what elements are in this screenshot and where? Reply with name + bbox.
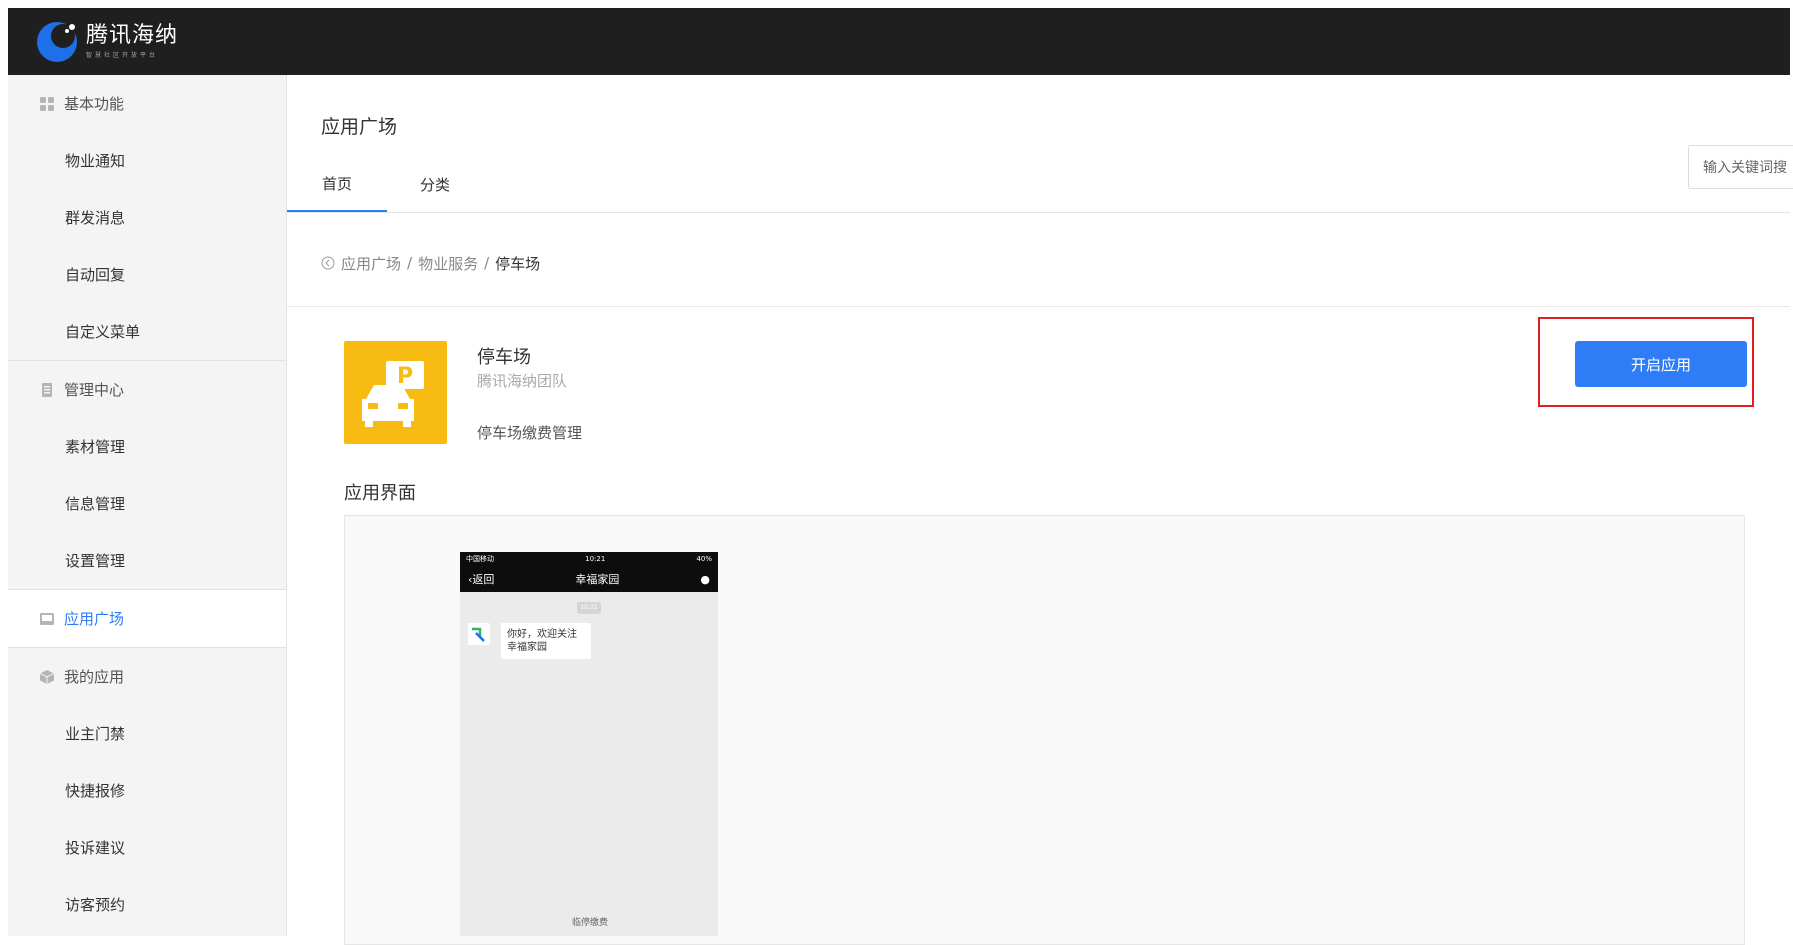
phone-status-bar: 中国移动 10:21 40% <box>460 552 718 566</box>
divider <box>287 306 1790 307</box>
tab-bar: 首页 分类 <box>287 156 1790 213</box>
breadcrumb-current: 停车场 <box>495 254 541 273</box>
breadcrumb-separator: / <box>407 254 413 272</box>
app-description: 停车场缴费管理 <box>477 424 583 442</box>
cube-icon <box>40 669 54 684</box>
tab-home[interactable]: 首页 <box>287 156 387 212</box>
document-icon <box>42 382 52 397</box>
app-developer: 腾讯海纳团队 <box>477 372 568 390</box>
sidebar-group-label: 管理中心 <box>64 381 125 399</box>
phone-message-bubble: 你好，欢迎关注幸福家园 <box>501 623 591 659</box>
breadcrumb-link-property-service[interactable]: 物业服务 <box>418 253 478 274</box>
sidebar-item-access-control[interactable]: 业主门禁 <box>8 705 286 762</box>
sidebar-item-materials[interactable]: 素材管理 <box>8 418 286 475</box>
phone-time: 10:21 <box>585 555 606 563</box>
phone-message-time: 10:21 <box>577 602 601 614</box>
top-bar: 腾讯海纳 智慧社区开放平台 <box>8 8 1790 75</box>
phone-back-label: ‹返回 <box>468 573 495 586</box>
phone-screenshot: 中国移动 10:21 40% ‹返回 幸福家园 ● 10:21 你好，欢迎关注幸… <box>460 552 718 936</box>
sidebar-item-custom-menu[interactable]: 自定义菜单 <box>8 303 286 360</box>
brand-logo[interactable]: 腾讯海纳 智慧社区开放平台 <box>34 16 178 66</box>
phone-menu-item: 临停缴费 <box>572 918 609 928</box>
sidebar: 基本功能 物业通知 群发消息 自动回复 自定义菜单 管理中心 素材管理 信息管理… <box>8 75 287 936</box>
page-title: 应用广场 <box>321 116 398 138</box>
sidebar-item-visitor-booking[interactable]: 访客预约 <box>8 876 286 933</box>
breadcrumb-link-app-store[interactable]: 应用广场 <box>341 253 401 274</box>
sidebar-group-label: 我的应用 <box>64 668 125 686</box>
app-name: 停车场 <box>477 347 531 368</box>
sidebar-item-quick-repair[interactable]: 快捷报修 <box>8 762 286 819</box>
phone-chat-title: 幸福家园 <box>575 573 620 586</box>
phone-message: 你好，欢迎关注幸福家园 <box>468 623 591 659</box>
sidebar-group-label: 基本功能 <box>64 95 125 113</box>
screens-section-title: 应用界面 <box>344 483 416 504</box>
phone-nav-bar: ‹返回 幸福家园 ● <box>460 566 718 592</box>
open-app-button[interactable]: 开启应用 <box>1575 341 1747 387</box>
phone-battery: 40% <box>696 555 712 563</box>
sidebar-item-settings[interactable]: 设置管理 <box>8 532 286 589</box>
sidebar-item-property-notice[interactable]: 物业通知 <box>8 132 286 189</box>
back-circle-icon[interactable] <box>321 256 335 270</box>
user-icon: ● <box>700 572 710 586</box>
sidebar-item-complaints[interactable]: 投诉建议 <box>8 819 286 876</box>
phone-carrier: 中国移动 <box>466 555 494 563</box>
brand-name: 腾讯海纳 <box>86 22 179 48</box>
grid-icon <box>40 96 54 111</box>
logo-icon <box>37 22 77 62</box>
breadcrumb: 应用广场 / 物业服务 / 停车场 <box>321 249 540 277</box>
sidebar-item-auto-reply[interactable]: 自动回复 <box>8 246 286 303</box>
sidebar-group-my-apps[interactable]: 我的应用 <box>8 648 286 705</box>
sidebar-item-info-management[interactable]: 信息管理 <box>8 475 286 532</box>
sidebar-group-basic[interactable]: 基本功能 <box>8 75 286 132</box>
brand-avatar-icon <box>472 627 485 642</box>
car-parking-icon: P <box>362 361 424 427</box>
sidebar-item-app-store[interactable]: 应用广场 <box>8 589 286 648</box>
tab-category[interactable]: 分类 <box>420 156 450 212</box>
sidebar-group-label: 应用广场 <box>64 610 125 628</box>
parking-app-icon: P <box>344 341 447 444</box>
avatar <box>468 623 490 645</box>
breadcrumb-separator: / <box>484 254 490 272</box>
sidebar-group-management[interactable]: 管理中心 <box>8 360 286 418</box>
sidebar-item-mass-message[interactable]: 群发消息 <box>8 189 286 246</box>
app-store-icon <box>40 612 54 625</box>
brand-tagline: 智慧社区开放平台 <box>86 51 159 59</box>
